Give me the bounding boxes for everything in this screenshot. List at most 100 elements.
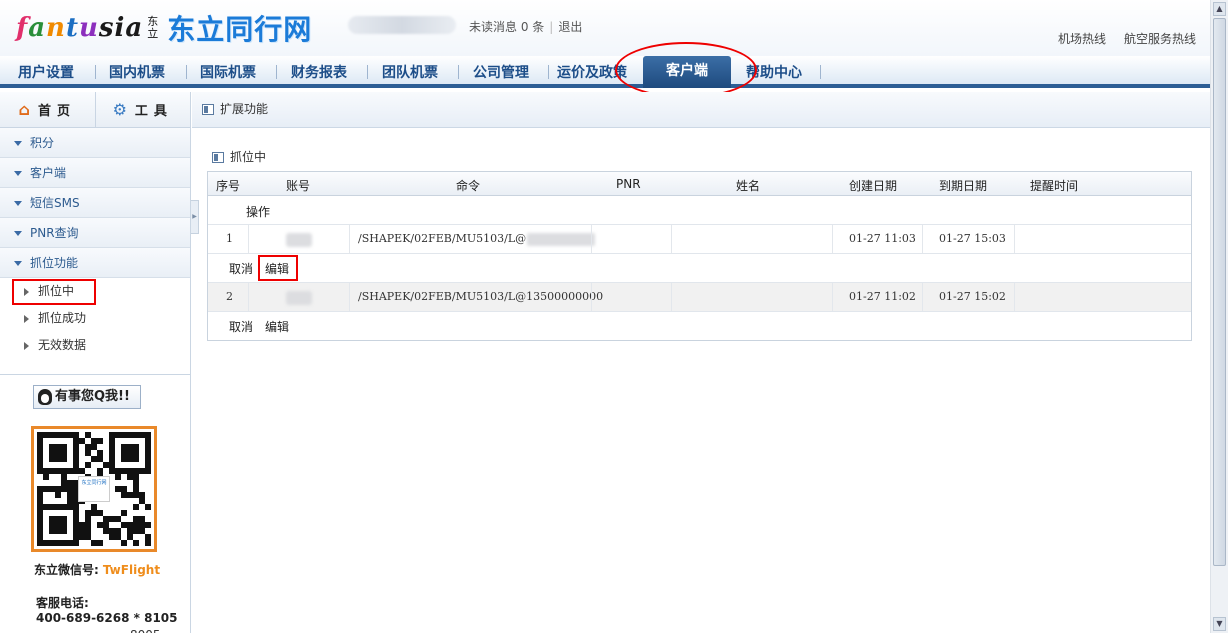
sidebar-item-invalid-data[interactable]: 无效数据: [0, 332, 190, 359]
caret-right-icon: [24, 314, 29, 323]
col-expires[interactable]: 到期日期: [939, 177, 987, 194]
row-expires: 01-27 15:02: [939, 290, 1006, 303]
col-account[interactable]: 账号: [286, 177, 310, 194]
nav-separator: [458, 65, 459, 79]
logo-title: 东立同行网: [167, 13, 313, 46]
edit-button[interactable]: 编辑: [265, 318, 289, 335]
row-command: /SHAPEK/02FEB/MU5103/L@13500000000: [358, 290, 604, 303]
table-row[interactable]: 2 /SHAPEK/02FEB/MU5103/L@13500000000 01-…: [208, 282, 1191, 312]
cell-divider: [832, 225, 833, 253]
red-box-annotation: [12, 279, 96, 305]
chevron-down-icon: [14, 261, 22, 266]
scroll-up-icon[interactable]: ▲: [1213, 2, 1226, 16]
sidebar-section-client[interactable]: 客户端: [0, 158, 190, 188]
col-name[interactable]: 姓名: [736, 177, 760, 194]
sidebar-contact: 有事您Q我!! 东立同行网 东立微信号: TwFlight 客服电话: 400-6…: [0, 374, 190, 633]
scroll-down-icon[interactable]: ▼: [1213, 617, 1226, 631]
sidebar-item-grab-success[interactable]: 抓位成功: [0, 305, 190, 332]
scroll-thumb[interactable]: [1213, 18, 1226, 566]
logo-seal: 东立: [147, 15, 159, 40]
op-header: 操作: [246, 205, 271, 219]
col-index[interactable]: 序号: [216, 177, 240, 194]
airport-hotline-link[interactable]: 机场热线: [1058, 32, 1106, 46]
nav-separator: [367, 65, 368, 79]
app-window: fantusia 东立 东立同行网 未读消息 0 条 | 退出 机场热线 航空服务热线…: [0, 0, 1228, 633]
page-scrollbar[interactable]: ▲ ▼: [1210, 0, 1228, 633]
chevron-down-icon: [14, 231, 22, 236]
col-created[interactable]: 创建日期: [849, 177, 897, 194]
panel-subtitle: 抓位中: [212, 148, 266, 165]
col-pnr[interactable]: PNR: [616, 177, 641, 191]
airline-hotline-link[interactable]: 航空服务热线: [1124, 32, 1196, 46]
tab-tools[interactable]: ⚙ 工具: [95, 92, 190, 127]
grab-table: 序号 账号 命令 PNR 姓名 创建日期 到期日期 提醒时间 操作 1 /SHA…: [207, 171, 1192, 341]
nav-group-tickets[interactable]: 团队机票: [382, 62, 438, 82]
op-header-row: 操作: [208, 196, 1191, 224]
cell-divider: [922, 283, 923, 311]
cell-divider: [671, 225, 672, 253]
col-remind[interactable]: 提醒时间: [1030, 177, 1078, 194]
row-created: 01-27 11:03: [849, 232, 916, 245]
main-header: 扩展功能: [192, 92, 1210, 128]
service-phone: 400-689-6268 * 8105: [36, 611, 178, 625]
row-command: /SHAPEK/02FEB/MU5103/L@: [358, 232, 596, 246]
gear-icon: ⚙: [112, 100, 127, 119]
service-label: 客服电话:: [36, 596, 89, 610]
hotlines: 机场热线 航空服务热线: [1040, 30, 1196, 47]
panel-icon: [212, 152, 224, 163]
sidebar-section-seat-grab[interactable]: 抓位功能: [0, 248, 190, 278]
blurred-phone: [527, 232, 596, 246]
nav-separator: [276, 65, 277, 79]
cancel-button[interactable]: 取消: [229, 318, 253, 335]
nav-client-active[interactable]: 客户端: [643, 56, 731, 88]
nav-company-management[interactable]: 公司管理: [473, 62, 529, 82]
main-content: 扩展功能 抓位中 序号 账号 命令 PNR 姓名 创建日期 到期日期 提醒时间 …: [192, 92, 1210, 633]
sidebar-item-grabbing[interactable]: 抓位中: [0, 278, 190, 305]
logout-link[interactable]: 退出: [558, 20, 582, 34]
cancel-button[interactable]: 取消: [229, 260, 253, 277]
chevron-down-icon: [14, 201, 22, 206]
row-index: 1: [226, 232, 233, 245]
red-box-annotation: [258, 255, 298, 281]
nav-domestic-tickets[interactable]: 国内机票: [109, 62, 165, 82]
main-header-title: 扩展功能: [220, 102, 269, 116]
site-logo[interactable]: fantusia 东立 东立同行网: [16, 8, 312, 48]
section-label: PNR查询: [30, 226, 79, 240]
cell-divider: [248, 225, 249, 253]
col-command[interactable]: 命令: [456, 177, 480, 194]
nav-user-settings[interactable]: 用户设置: [18, 62, 74, 82]
nav-fares-policies[interactable]: 运价及政策: [557, 62, 627, 82]
sidebar-section-sms[interactable]: 短信SMS: [0, 188, 190, 218]
main-nav: 用户设置 国内机票 国际机票 财务报表 团队机票 公司管理 运价及政策 客户端 …: [0, 56, 1210, 88]
blurred-account: [286, 233, 312, 247]
blurred-username: [348, 16, 456, 34]
chevron-down-icon: [14, 141, 22, 146]
nav-finance-reports[interactable]: 财务报表: [291, 62, 347, 82]
nav-help-center[interactable]: 帮助中心: [746, 62, 802, 82]
cell-divider: [591, 283, 592, 311]
tab-home-label: 首页: [37, 104, 76, 119]
nav-separator: [95, 65, 96, 79]
sidebar-section-points[interactable]: 积分: [0, 128, 190, 158]
subtitle-text: 抓位中: [230, 150, 267, 164]
row-actions: 取消 编辑: [208, 254, 1191, 282]
panel-icon: [202, 104, 214, 115]
cell-divider: [248, 283, 249, 311]
row-created: 01-27 11:02: [849, 290, 916, 303]
unread-messages-link[interactable]: 未读消息 0 条: [469, 20, 544, 34]
cell-divider: [832, 283, 833, 311]
qq-contact-button[interactable]: 有事您Q我!!: [33, 385, 141, 409]
qr-center-logo: 东立同行网: [78, 476, 110, 502]
separator: |: [549, 20, 554, 34]
cell-divider: [349, 283, 350, 311]
tab-home[interactable]: ⌂ 首页: [0, 92, 96, 127]
blurred-account: [286, 291, 312, 305]
command-text: /SHAPEK/02FEB/MU5103/L@: [358, 232, 527, 245]
top-header: fantusia 东立 东立同行网 未读消息 0 条 | 退出 机场热线 航空服务热线: [0, 0, 1210, 56]
sidebar-section-pnr-query[interactable]: PNR查询: [0, 218, 190, 248]
nav-international-tickets[interactable]: 国际机票: [200, 62, 256, 82]
cell-divider: [591, 225, 592, 253]
wechat-id: TwFlight: [102, 563, 161, 577]
table-row[interactable]: 1 /SHAPEK/02FEB/MU5103/L@ 01-27 11:03 01…: [208, 224, 1191, 254]
cell-divider: [922, 225, 923, 253]
